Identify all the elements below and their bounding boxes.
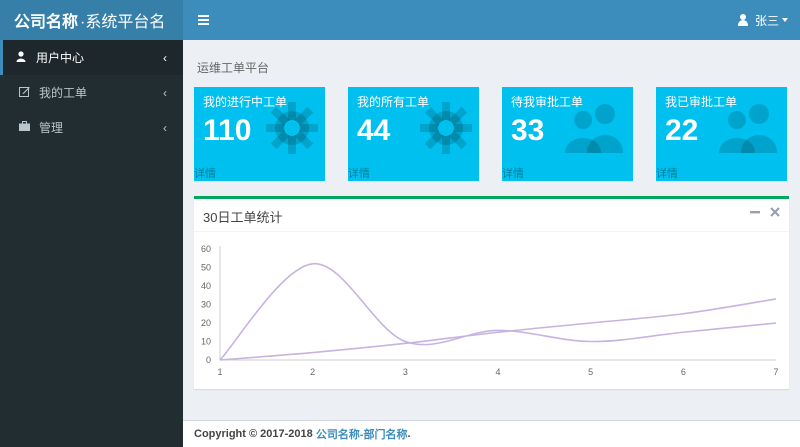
users-icon (717, 101, 781, 158)
y-tick-label: 50 (201, 263, 211, 273)
top-navbar: 公司名称 ·系统平台名 张三 (0, 0, 800, 40)
gear-icon (419, 101, 473, 160)
page-title: 运维工单平台 (197, 61, 270, 75)
tile-detail-link[interactable]: 详情 (656, 165, 678, 181)
y-tick-label: 60 (201, 244, 211, 254)
footer-org-link[interactable]: 公司名称-部门名称 (316, 426, 408, 442)
chevron-left-icon: ‹ (163, 50, 167, 65)
footer-period: . (407, 428, 411, 440)
x-tick-label: 3 (403, 367, 408, 377)
close-icon[interactable] (770, 205, 780, 220)
sidebar: 用户中心 ‹ 我的工单 ‹ 管理 ‹ (0, 40, 183, 447)
hamburger-icon[interactable] (193, 0, 213, 40)
sidebar-item-manage[interactable]: 管理 ‹ (0, 110, 183, 145)
system-name: ·系统平台名 (80, 14, 166, 31)
x-tick-label: 7 (773, 367, 778, 377)
x-tick-label: 1 (217, 367, 222, 377)
tile-detail-link[interactable]: 详情 (194, 165, 216, 181)
sidebar-item-label: 我的工单 (39, 86, 88, 100)
chevron-left-icon: ‹ (163, 85, 167, 100)
user-icon (14, 50, 28, 65)
chart-panel-header: 30日工单统计 (194, 199, 789, 232)
stat-tile-in-progress[interactable]: 我的进行中工单 110 详情 (194, 87, 325, 181)
y-tick-label: 10 (201, 337, 211, 347)
footer-copyright: Copyright © 2017-2018 (194, 428, 313, 440)
stat-tile-approved[interactable]: 我已审批工单 22 详情 (656, 87, 787, 181)
sidebar-item-my-tickets[interactable]: 我的工单 ‹ (0, 75, 183, 110)
users-icon (563, 101, 627, 158)
sidebar-item-user-center[interactable]: 用户中心 ‹ (0, 40, 183, 75)
y-tick-label: 30 (201, 300, 211, 310)
minus-icon[interactable] (750, 205, 760, 220)
user-icon (737, 14, 749, 26)
chart-panel: 30日工单统计 0 10 20 30 40 50 60 1 2 3 4 5 6 7 (194, 196, 789, 389)
line-chart-svg: 0 10 20 30 40 50 60 1 2 3 4 5 6 7 (201, 244, 779, 377)
briefcase-icon (17, 121, 31, 134)
tile-detail-link[interactable]: 详情 (348, 165, 370, 181)
sidebar-item-label: 用户中心 (36, 51, 85, 65)
x-tick-label: 6 (681, 367, 686, 377)
edit-icon (17, 86, 31, 100)
x-tick-label: 2 (310, 367, 315, 377)
caret-down-icon (782, 18, 788, 22)
gear-icon (265, 101, 319, 160)
stat-tile-all[interactable]: 我的所有工单 44 详情 (348, 87, 479, 181)
tile-value: 110 (203, 114, 252, 147)
y-tick-label: 40 (201, 281, 211, 291)
stat-tile-pending-approval[interactable]: 待我审批工单 33 详情 (502, 87, 633, 181)
chart-panel-title: 30日工单统计 (203, 210, 283, 225)
user-menu[interactable]: 张三 (737, 0, 788, 40)
x-tick-label: 4 (495, 367, 500, 377)
sidebar-item-label: 管理 (39, 121, 64, 135)
company-name: 公司名称 (14, 14, 79, 31)
x-tick-label: 5 (588, 367, 593, 377)
footer: Copyright © 2017-2018 公司名称-部门名称. (183, 420, 800, 447)
tile-detail-link[interactable]: 详情 (502, 165, 524, 181)
series-line-2 (219, 298, 777, 361)
y-tick-label: 20 (201, 318, 211, 328)
main-content: 运维工单平台 我的进行中工单 110 详情 我的所有工单 44 详情 待我审批工… (183, 40, 800, 420)
logo[interactable]: 公司名称 ·系统平台名 (0, 0, 183, 40)
user-name: 张三 (754, 13, 779, 28)
tile-value: 44 (357, 114, 391, 147)
tile-value: 33 (511, 114, 545, 147)
line-chart: 0 10 20 30 40 50 60 1 2 3 4 5 6 7 (194, 232, 789, 389)
y-tick-label: 0 (206, 355, 211, 365)
chevron-left-icon: ‹ (163, 120, 167, 135)
tile-value: 22 (665, 114, 699, 147)
